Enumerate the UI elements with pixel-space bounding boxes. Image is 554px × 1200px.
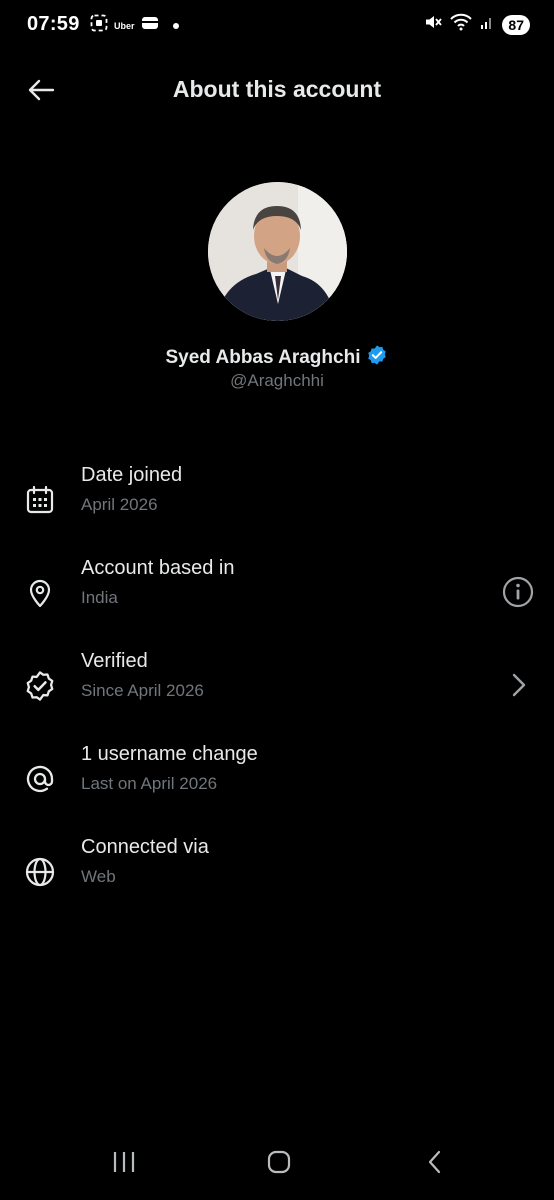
- info-item-username-changes: 1 username change Last on April 2026: [0, 741, 554, 821]
- item-subtitle: India: [81, 588, 118, 607]
- mute-icon: [424, 13, 443, 36]
- item-subtitle: Web: [81, 867, 116, 886]
- item-title: Account based in: [81, 557, 235, 579]
- card-icon: [141, 16, 159, 35]
- chevron-right-icon: [500, 667, 536, 703]
- uber-icon: Uber: [114, 20, 135, 31]
- calendar-icon: [22, 482, 58, 518]
- status-notification-icons: Uber: [90, 14, 179, 37]
- signal-icon: [480, 14, 494, 35]
- location-pin-icon: [22, 575, 58, 611]
- status-system-icons: 87: [424, 13, 530, 36]
- item-subtitle: Last on April 2026: [81, 774, 218, 793]
- system-navigation-bar: [0, 1130, 554, 1200]
- page-title: About this account: [172, 76, 382, 102]
- avatar[interactable]: [208, 182, 347, 321]
- notification-dot-icon: [172, 22, 179, 29]
- verified-badge-icon: [22, 668, 58, 704]
- info-item-connected-via: Connected via Web: [0, 834, 554, 914]
- wifi-icon: [450, 13, 473, 36]
- screen-recorder-icon: [90, 14, 108, 37]
- info-item-account-based-in: Account based in India: [0, 555, 554, 635]
- item-subtitle: April 2026: [81, 495, 158, 514]
- recent-apps-icon: [113, 1152, 135, 1172]
- info-button[interactable]: [500, 574, 536, 610]
- recent-apps-button[interactable]: [102, 1144, 146, 1180]
- home-button[interactable]: [257, 1144, 301, 1180]
- item-title: Date joined: [81, 464, 183, 486]
- system-back-button[interactable]: [413, 1144, 457, 1180]
- battery-indicator: 87: [502, 14, 530, 35]
- item-title: Connected via: [81, 836, 209, 858]
- info-item-date-joined: Date joined April 2026: [0, 462, 554, 542]
- profile-name: Syed Abbas Araghchi: [165, 346, 361, 368]
- item-subtitle: Since April 2026: [81, 681, 204, 700]
- status-time: 07:59: [27, 13, 80, 35]
- item-title: 1 username change: [81, 743, 258, 765]
- top-app-bar: About this account: [0, 62, 554, 118]
- verified-checkmark-icon: [366, 344, 388, 371]
- profile-name-row: Syed Abbas Araghchi: [0, 344, 554, 371]
- info-item-verified[interactable]: Verified Since April 2026: [0, 648, 554, 728]
- globe-icon: [22, 854, 58, 890]
- info-icon: [502, 576, 534, 608]
- at-sign-icon: [22, 761, 58, 797]
- home-icon: [267, 1150, 291, 1174]
- item-title: Verified: [81, 650, 148, 672]
- chevron-left-icon: [428, 1150, 441, 1174]
- profile-handle: @Araghchhi: [230, 371, 324, 390]
- status-bar: 07:59 Uber 87: [0, 0, 554, 52]
